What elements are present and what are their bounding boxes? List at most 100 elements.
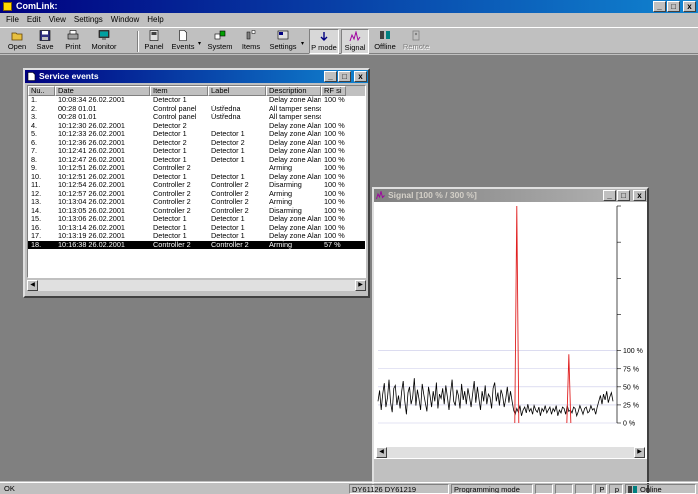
pmode-button[interactable]: P mode xyxy=(309,29,339,54)
table-row[interactable]: 17. 10:13:19 26.02.2001 Detector 1 Detector… xyxy=(28,232,365,241)
settings-button[interactable]: Settings xyxy=(266,29,300,54)
y-tick-label: 50 % xyxy=(623,384,639,391)
column-header-item[interactable]: Item xyxy=(150,86,208,96)
table-row[interactable]: 14. 10:13:05 26.02.2001 Controller 2 Contro… xyxy=(28,207,365,216)
menu-edit[interactable]: Edit xyxy=(23,13,45,26)
settings-dropdown-arrow[interactable]: ▾ xyxy=(301,40,304,47)
monitor-button[interactable]: Monitor xyxy=(88,29,120,54)
table-row[interactable]: 7. 10:12:41 26.02.2001 Detector 1 Detector … xyxy=(28,147,365,156)
signal-button[interactable]: Signal xyxy=(341,29,369,54)
remote-button[interactable]: Remote xyxy=(401,29,431,54)
table-row[interactable]: 10. 10:12:51 26.02.2001 Detector 1 Detector… xyxy=(28,173,365,182)
table-row[interactable]: 5. 10:12:33 26.02.2001 Detector 1 Detector … xyxy=(28,130,365,139)
system-icon xyxy=(214,30,226,40)
table-row[interactable]: 2. 00:28 01.01 Control panel Ústředna All ta… xyxy=(28,105,365,114)
scroll-left-button[interactable]: ◀ xyxy=(27,280,38,291)
cell-number: 2. xyxy=(31,104,38,113)
table-row[interactable]: 1. 10:08:34 26.02.2001 Detector 1 Delay zon… xyxy=(28,96,365,105)
events-button[interactable]: Events xyxy=(169,29,197,54)
restore-button[interactable]: □ xyxy=(667,1,680,12)
minimize-button[interactable]: _ xyxy=(653,1,666,12)
column-header-description[interactable]: Description xyxy=(266,86,321,96)
cell-description: Delay zone Alarm xyxy=(269,147,321,155)
scroll-right-button[interactable]: ▶ xyxy=(634,447,645,458)
close-button[interactable]: x xyxy=(683,1,696,12)
cell-description: Arming xyxy=(269,198,293,206)
cell-rf-signal xyxy=(321,113,346,122)
cell-label: Controller 2 xyxy=(211,240,249,249)
app-icon[interactable] xyxy=(3,2,12,11)
table-row[interactable]: 6. 10:12:36 26.02.2001 Detector 2 Detector … xyxy=(28,139,365,148)
events-list[interactable]: Nu.. Date Item Label Description RF si 1… xyxy=(27,85,366,278)
cell-rf-signal: 100 % xyxy=(324,155,345,164)
open-button[interactable]: Open xyxy=(4,29,30,54)
menu-file[interactable]: File xyxy=(2,13,23,26)
folder-open-icon xyxy=(11,32,23,41)
table-row[interactable]: 9. 10:12:51 26.02.2001 Controller 2 Arming 1… xyxy=(28,164,365,173)
offline-button[interactable]: Offline xyxy=(371,29,399,54)
cell-rf-signal: 100 % xyxy=(324,164,345,172)
cell-rf-signal: 100 % xyxy=(324,223,345,232)
close-button[interactable]: x xyxy=(633,190,646,201)
system-button[interactable]: System xyxy=(205,29,235,54)
cell-number: 3. xyxy=(31,113,38,121)
signal-titlebar[interactable]: Signal [100 % / 300 %] _ □ x xyxy=(374,189,647,202)
remote-icon xyxy=(412,30,420,41)
events-dropdown-arrow[interactable]: ▾ xyxy=(198,40,201,47)
status-bar: OK DY61126 DY61219 Programming mode P p … xyxy=(0,482,698,494)
table-row[interactable]: 4. 10:12:30 26.02.2001 Detector 2 Delay zon… xyxy=(28,122,365,131)
menu-window[interactable]: Window xyxy=(107,13,143,26)
items-icon xyxy=(246,30,256,40)
signal-horizontal-scrollbar[interactable]: ◀ ▶ xyxy=(376,447,645,458)
online-icon xyxy=(628,486,637,493)
maximize-button[interactable]: □ xyxy=(617,190,630,201)
cell-description: Delay zone Alarm xyxy=(269,130,321,138)
service-events-window[interactable]: Service events _ □ x Nu.. Date Item Labe… xyxy=(23,68,370,298)
y-tick-label: 0 % xyxy=(623,421,635,427)
cell-label: Detector 1 xyxy=(211,223,245,232)
menu-view[interactable]: View xyxy=(45,13,70,26)
events-horizontal-scrollbar[interactable]: ◀ ▶ xyxy=(27,280,366,291)
floppy-disk-icon xyxy=(39,30,51,41)
column-header-number[interactable]: Nu.. xyxy=(28,86,55,96)
table-row[interactable]: 16. 10:13:14 26.02.2001 Detector 1 Detector… xyxy=(28,224,365,233)
minimize-button[interactable]: _ xyxy=(324,71,337,82)
scroll-right-button[interactable]: ▶ xyxy=(355,280,366,291)
save-button[interactable]: Save xyxy=(32,29,58,54)
items-button[interactable]: Items xyxy=(238,29,264,54)
minimize-button[interactable]: _ xyxy=(603,190,616,201)
table-row[interactable]: 18. 10:16:38 26.02.2001 Controller 2 Contro… xyxy=(28,240,365,249)
app-titlebar[interactable]: ComLink: _ □ x xyxy=(0,0,698,13)
menu-bar: File Edit View Settings Window Help xyxy=(0,13,698,26)
cell-date: 10:13:04 26.02.2001 xyxy=(58,198,125,206)
column-header-label[interactable]: Label xyxy=(208,86,266,96)
cell-item: Controller 2 xyxy=(153,198,191,206)
table-row[interactable]: 3. 00:28 01.01 Control panel Ústředna All ta… xyxy=(28,113,365,122)
table-row[interactable]: 13. 10:13:04 26.02.2001 Controller 2 Contro… xyxy=(28,198,365,207)
signal-window[interactable]: Signal [100 % / 300 %] _ □ x 100 % 75 % 50… xyxy=(372,187,649,494)
cell-label xyxy=(208,96,266,105)
cell-label: Controller 2 xyxy=(211,198,249,206)
cell-item: Detector 1 xyxy=(153,147,187,155)
column-header-date[interactable]: Date xyxy=(55,86,150,96)
print-button[interactable]: Print xyxy=(60,29,86,54)
cell-description: Delay zone Alarm xyxy=(269,96,321,104)
panel-button[interactable]: Panel xyxy=(141,29,167,54)
table-row[interactable]: 8. 10:12:47 26.02.2001 Detector 1 Detector … xyxy=(28,156,365,165)
table-row[interactable]: 11. 10:12:54 26.02.2001 Controller 2 Contro… xyxy=(28,181,365,190)
cell-item: Detector 1 xyxy=(153,223,187,232)
scroll-left-button[interactable]: ◀ xyxy=(376,447,387,458)
table-row[interactable]: 12. 10:12:57 26.02.2001 Controller 2 Contro… xyxy=(28,190,365,199)
cell-description: Arming xyxy=(269,189,293,198)
status-indicator-2 xyxy=(555,484,573,494)
y-tick-label: 75 % xyxy=(623,366,639,373)
maximize-button[interactable]: □ xyxy=(338,71,351,82)
close-button[interactable]: x xyxy=(354,71,367,82)
service-events-titlebar[interactable]: Service events _ □ x xyxy=(25,70,368,83)
cell-number: 12. xyxy=(31,189,42,198)
menu-help[interactable]: Help xyxy=(143,13,167,26)
cell-number: 17. xyxy=(31,232,42,240)
table-row[interactable]: 15. 10:13:06 26.02.2001 Detector 1 Detector… xyxy=(28,215,365,224)
menu-settings[interactable]: Settings xyxy=(70,13,107,26)
column-header-rf-signal[interactable]: RF si xyxy=(321,86,346,96)
